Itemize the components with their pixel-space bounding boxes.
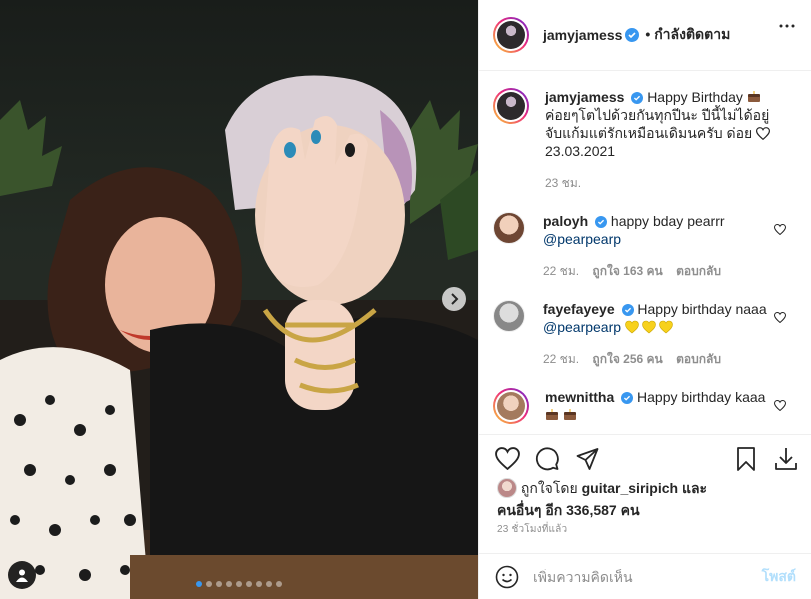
- post-details-panel: jamyjamess • กำลังติดตาม jamyjamess Happ…: [478, 0, 811, 599]
- cake-emoji-icon: [747, 91, 760, 102]
- comment-text: Happy birthday kaaa: [637, 389, 766, 405]
- commenter-avatar[interactable]: [493, 300, 525, 332]
- carousel-dot: [216, 581, 222, 587]
- commenter-avatar[interactable]: [493, 212, 525, 244]
- comments-list[interactable]: jamyjamess Happy Birthday ค่อยๆโตไปด้วยก…: [479, 72, 811, 434]
- heart-icon[interactable]: [495, 447, 520, 470]
- comment-mention[interactable]: @pearpearp: [543, 319, 621, 335]
- comment-icon[interactable]: [535, 447, 560, 471]
- comment-input[interactable]: [533, 568, 743, 585]
- photo-scene: [0, 75, 478, 599]
- likes-summary: ถูกใจโดย guitar_siripich และ คนอื่นๆ อีก…: [497, 478, 797, 522]
- post-header: jamyjamess • กำลังติดตาม: [479, 0, 811, 71]
- post-photo[interactable]: [0, 0, 478, 599]
- more-icon[interactable]: [779, 24, 795, 28]
- commenter-username[interactable]: mewnittha: [545, 389, 614, 405]
- add-comment-bar: โพสต์: [479, 553, 811, 599]
- carousel-next-button[interactable]: [442, 287, 466, 311]
- caption-time[interactable]: 23 ชม.: [545, 176, 581, 190]
- likes-prefix: ถูกใจโดย: [520, 480, 578, 496]
- verified-badge-icon: [631, 92, 644, 104]
- carousel-dot: [226, 581, 232, 587]
- commenter-username[interactable]: fayefayeye: [543, 301, 615, 317]
- share-icon[interactable]: [575, 447, 600, 471]
- verified-badge-icon: [621, 304, 634, 316]
- comment-like-count[interactable]: ถูกใจ 163 คน: [592, 264, 662, 278]
- liker-avatar[interactable]: [497, 478, 517, 498]
- comment-item: mewnittha Happy birthday kaaa: [493, 388, 798, 424]
- caption-text-line2: ค่อยๆโตไปด้วยกันทุกปีนะ ปีนี้ไม่ได้อยู่จ…: [545, 107, 770, 141]
- comment-text: Happy birthday naaa: [637, 301, 767, 317]
- user-tag-icon: [16, 569, 28, 582]
- caption-avatar[interactable]: [493, 88, 529, 124]
- yellow-heart-emoji-icon: [625, 320, 673, 334]
- comment-text: happy bday pearrr: [610, 213, 725, 229]
- carousel-dot: [246, 581, 252, 587]
- instagram-post: jamyjamess • กำลังติดตาม jamyjamess Happ…: [0, 0, 811, 599]
- heart-emoji-icon: [756, 127, 771, 140]
- bookmark-icon[interactable]: [736, 447, 756, 471]
- carousel-dot: [196, 581, 202, 587]
- emoji-icon[interactable]: [495, 565, 519, 589]
- comment-like-heart-icon[interactable]: [774, 312, 786, 323]
- carousel-dot: [206, 581, 212, 587]
- download-icon[interactable]: [775, 447, 797, 471]
- cake-emoji-icon: [546, 409, 558, 420]
- post-comment-button[interactable]: โพสต์: [762, 566, 796, 588]
- comment-time[interactable]: 22 ชม.: [543, 352, 579, 366]
- comment-item: paloyh happy bday pearrr @pearpearp 22 ช…: [493, 212, 798, 280]
- post-timestamp[interactable]: 23 ชั่วโมงที่แล้ว: [497, 522, 567, 537]
- comment-like-heart-icon[interactable]: [774, 224, 786, 235]
- caption-date: 23.03.2021: [545, 143, 616, 159]
- comment-like-heart-icon[interactable]: [774, 400, 786, 411]
- carousel-indicator: [0, 581, 478, 587]
- action-bar: [479, 434, 811, 484]
- caption-text-line1: Happy Birthday: [647, 89, 743, 105]
- chevron-right-icon: [451, 293, 459, 305]
- verified-badge-icon: [625, 28, 640, 42]
- commenter-avatar[interactable]: [493, 388, 529, 424]
- likes-conj: และ: [681, 480, 708, 496]
- verified-badge-icon: [621, 392, 634, 404]
- following-button[interactable]: • กำลังติดตาม: [645, 24, 730, 46]
- carousel-dot: [276, 581, 282, 587]
- comment-time[interactable]: 22 ชม.: [543, 264, 579, 278]
- reply-button[interactable]: ตอบกลับ: [676, 352, 721, 366]
- commenter-username[interactable]: paloyh: [543, 213, 588, 229]
- comment-item: fayefayeye Happy birthday naaa @pearpear…: [493, 300, 798, 368]
- caption: jamyjamess Happy Birthday ค่อยๆโตไปด้วยก…: [493, 88, 798, 192]
- liker-username[interactable]: guitar_siripich: [582, 480, 678, 496]
- author-avatar[interactable]: [493, 17, 529, 53]
- cake-emoji-icon: [563, 409, 576, 420]
- caption-username[interactable]: jamyjamess: [545, 89, 624, 105]
- carousel-dot: [256, 581, 262, 587]
- carousel-dot: [266, 581, 272, 587]
- author-username[interactable]: jamyjamess: [543, 27, 622, 43]
- comment-mention[interactable]: @pearpearp: [543, 231, 621, 247]
- carousel-dot: [236, 581, 242, 587]
- reply-button[interactable]: ตอบกลับ: [676, 264, 721, 278]
- comment-like-count[interactable]: ถูกใจ 256 คน: [592, 352, 662, 366]
- likes-others[interactable]: คนอื่นๆ อีก 336,587 คน: [497, 502, 640, 518]
- verified-badge-icon: [595, 216, 608, 228]
